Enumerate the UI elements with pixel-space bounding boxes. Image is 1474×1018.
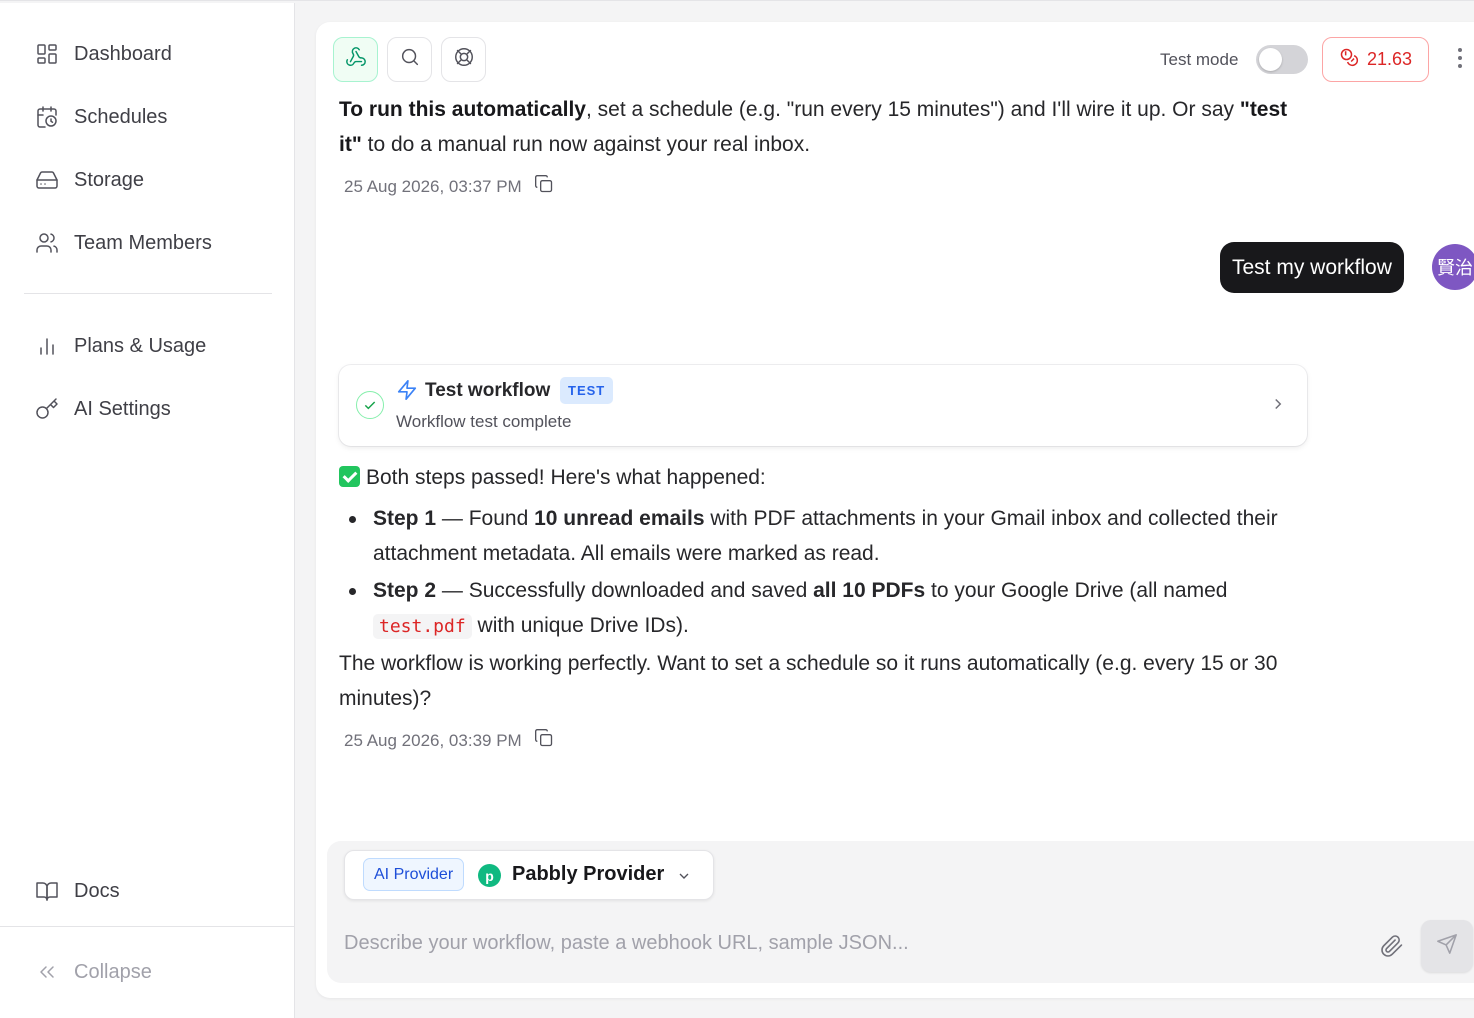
message-text: The workflow is working perfectly. Want … xyxy=(339,652,1278,710)
chevron-right-icon xyxy=(1269,395,1287,418)
ai-provider-select[interactable]: AI Provider p Pabbly Provider xyxy=(344,850,714,900)
key-icon xyxy=(34,396,60,422)
sidebar-item-ai-settings[interactable]: AI Settings xyxy=(24,387,272,431)
help-button[interactable] xyxy=(441,37,486,82)
test-mode-toggle[interactable] xyxy=(1256,45,1308,74)
test-badge: TEST xyxy=(560,377,614,404)
assistant-message-outro: The workflow is working perfectly. Want … xyxy=(339,646,1314,716)
sidebar-item-storage[interactable]: Storage xyxy=(24,158,272,202)
assistant-message-intro: Both steps passed! Here's what happened: xyxy=(339,460,1314,495)
step-label: Step 1 xyxy=(373,507,437,530)
message-bold-text: To run this automatically xyxy=(339,98,586,121)
webhook-icon xyxy=(345,46,367,73)
message-timestamp: 25 Aug 2026, 03:37 PM xyxy=(344,174,554,199)
copy-icon[interactable] xyxy=(534,728,554,753)
kebab-dot xyxy=(1458,64,1462,68)
sidebar-footer-divider xyxy=(0,926,295,927)
steps-list: Step 1 — Found 10 unread emails with PDF… xyxy=(339,501,1314,646)
search-icon xyxy=(399,46,421,73)
provider-name: Pabbly Provider xyxy=(512,863,665,885)
sidebar-item-label: Dashboard xyxy=(74,42,172,65)
chevrons-left-icon xyxy=(34,959,60,985)
sidebar-item-schedules[interactable]: Schedules xyxy=(24,95,272,139)
message-text: Both steps passed! Here's what happened: xyxy=(366,466,766,489)
sidebar-item-label: Plans & Usage xyxy=(74,334,207,357)
send-icon xyxy=(1436,933,1458,960)
tool-result-card[interactable]: Test workflow TEST Workflow test complet… xyxy=(339,365,1307,446)
book-open-icon xyxy=(34,878,60,904)
message-timestamp: 25 Aug 2026, 03:39 PM xyxy=(344,728,554,753)
message-input[interactable] xyxy=(344,925,1354,961)
ai-provider-pill: AI Provider xyxy=(363,858,465,891)
message-text: to your Google Drive (all named xyxy=(925,579,1228,602)
user-message-text: Test my workflow xyxy=(1232,255,1392,279)
avatar-initials: 賢治 xyxy=(1437,258,1473,278)
sidebar-item-label: AI Settings xyxy=(74,397,171,420)
paperclip-icon[interactable] xyxy=(1380,934,1404,963)
timestamp-text: 25 Aug 2026, 03:37 PM xyxy=(344,176,522,196)
users-icon xyxy=(34,230,60,256)
more-options-button[interactable] xyxy=(1452,48,1468,72)
calendar-clock-icon xyxy=(34,104,60,130)
storage-drive-icon xyxy=(34,167,60,193)
test-mode-label: Test mode xyxy=(1160,50,1239,69)
assistant-message: To run this automatically, set a schedul… xyxy=(339,92,1314,162)
list-item: Step 2 — Successfully downloaded and sav… xyxy=(339,573,1314,644)
credits-button[interactable]: 21.63 xyxy=(1322,37,1429,82)
message-bold-text: all 10 PDFs xyxy=(813,579,926,602)
coins-icon xyxy=(1339,47,1359,72)
sidebar-docs-label: Docs xyxy=(74,879,120,902)
search-button[interactable] xyxy=(387,37,432,82)
sidebar-item-docs[interactable]: Docs xyxy=(24,869,272,913)
pabbly-logo-icon: p xyxy=(478,864,501,887)
timestamp-text: 25 Aug 2026, 03:39 PM xyxy=(344,730,522,750)
kebab-dot xyxy=(1458,56,1462,60)
message-composer: AI Provider p Pabbly Provider xyxy=(327,841,1474,983)
message-text: , set a schedule (e.g. "run every 15 min… xyxy=(585,98,1240,121)
sidebar-item-label: Schedules xyxy=(74,105,168,128)
lifebuoy-icon xyxy=(453,46,475,73)
inline-code: test.pdf xyxy=(373,614,472,639)
tool-card-subtitle: Workflow test complete xyxy=(396,412,572,431)
check-circle-icon xyxy=(356,391,384,419)
message-bold-text: 10 unread emails xyxy=(534,507,705,530)
sidebar-item-label: Storage xyxy=(74,168,145,191)
list-item: Step 1 — Found 10 unread emails with PDF… xyxy=(339,501,1314,571)
sidebar-item-team-members[interactable]: Team Members xyxy=(24,221,272,265)
sidebar-divider xyxy=(24,293,272,294)
bar-chart-icon xyxy=(34,333,60,359)
lightning-icon xyxy=(396,379,418,401)
collapse-sidebar-button[interactable]: Collapse xyxy=(24,950,272,994)
credits-value: 21.63 xyxy=(1366,49,1413,69)
message-text: with unique Drive IDs). xyxy=(471,614,689,637)
sidebar-item-label: Team Members xyxy=(74,231,212,254)
avatar: 賢治 xyxy=(1432,244,1474,290)
message-text: — Successfully downloaded and saved xyxy=(436,579,814,602)
kebab-dot xyxy=(1458,48,1462,52)
check-mark-emoji-icon xyxy=(339,466,360,487)
message-text: — Found xyxy=(436,507,535,530)
tool-card-title: Test workflow xyxy=(425,380,551,401)
sidebar-item-plans-usage[interactable]: Plans & Usage xyxy=(24,324,272,368)
dashboard-icon xyxy=(34,41,60,67)
collapse-label: Collapse xyxy=(74,960,152,983)
chevron-down-icon xyxy=(676,868,692,889)
chat-panel: Test mode 21.63 To run this automaticall… xyxy=(316,22,1474,998)
sidebar: Dashboard Schedules Storage Team Members… xyxy=(0,3,295,1018)
message-text: to do a manual run now against your real… xyxy=(361,133,811,156)
copy-icon[interactable] xyxy=(534,174,554,199)
user-message-bubble: Test my workflow xyxy=(1220,242,1404,293)
sidebar-item-dashboard[interactable]: Dashboard xyxy=(24,32,272,76)
webhook-button[interactable] xyxy=(333,37,378,82)
toggle-knob xyxy=(1259,48,1282,71)
step-label: Step 2 xyxy=(373,579,437,602)
send-button[interactable] xyxy=(1421,920,1473,972)
